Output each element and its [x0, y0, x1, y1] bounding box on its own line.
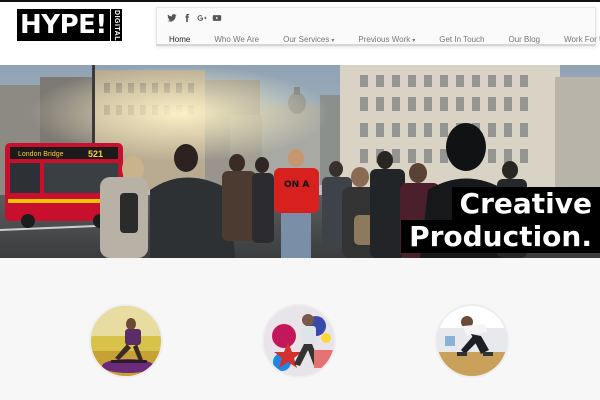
nav-who-we-are[interactable]: Who We Are [214, 33, 267, 47]
hero-headline: Creative Production. [401, 187, 600, 253]
nav-spacer [342, 33, 358, 47]
nav-work-for-us[interactable]: Work For Us [564, 33, 600, 47]
page: HYPE! DIGITAL Home Who We Are Our Servic… [0, 0, 600, 400]
nav-spacer [267, 33, 283, 47]
google-plus-icon[interactable] [197, 13, 207, 23]
service-image-dancer[interactable] [435, 304, 509, 378]
service-image-graffiti[interactable] [262, 304, 336, 378]
logo-side-tab: DIGITAL [109, 9, 122, 41]
nav-our-blog[interactable]: Our Blog [508, 33, 548, 47]
nav-spacer [198, 33, 214, 47]
hero-headline-line-1: Creative [451, 187, 600, 220]
service-image-skateboard[interactable] [89, 304, 163, 378]
logo-main-text: HYPE! [17, 9, 110, 41]
nav-previous-work-label: Previous Work [358, 35, 411, 44]
nav-home-label: Home [169, 35, 191, 44]
nav-our-services-label: Our Services [283, 35, 330, 44]
logo-side-text: DIGITAL [112, 9, 120, 41]
services-section [0, 258, 600, 400]
youtube-icon[interactable] [212, 13, 222, 23]
main-nav: Home Who We Are Our Services ▾ Previous W… [169, 33, 600, 47]
bus-destination: London Bridge [18, 151, 64, 158]
nav-spacer [423, 33, 439, 47]
chevron-down-icon: ▾ [412, 38, 416, 44]
nav-work-for-us-label: Work For Us [564, 35, 600, 44]
nav-spacer [492, 33, 508, 47]
nav-our-blog-label: Our Blog [508, 35, 541, 44]
nav-previous-work[interactable]: Previous Work ▾ [358, 33, 423, 47]
nav-get-in-touch[interactable]: Get In Touch [439, 33, 492, 47]
nav-who-we-are-label: Who We Are [214, 35, 260, 44]
nav-spacer [548, 33, 564, 47]
nav-our-services[interactable]: Our Services ▾ [283, 33, 342, 47]
hero-banner: London Bridge 521 ON A Creative Producti… [0, 65, 600, 258]
nav-panel: Home Who We Are Our Services ▾ Previous W… [156, 7, 600, 46]
logo[interactable]: HYPE! DIGITAL [17, 9, 122, 41]
site-header: HYPE! DIGITAL Home Who We Are Our Servic… [0, 2, 600, 62]
nav-get-in-touch-label: Get In Touch [439, 35, 485, 44]
bus-route: 521 [88, 149, 103, 159]
hero-headline-line-2: Production. [401, 220, 600, 253]
social-links [167, 13, 222, 24]
shirt-text: ON A [284, 180, 309, 190]
facebook-icon[interactable] [182, 13, 192, 23]
twitter-icon[interactable] [167, 13, 177, 23]
chevron-down-icon: ▾ [331, 38, 335, 44]
nav-home[interactable]: Home [169, 33, 198, 47]
